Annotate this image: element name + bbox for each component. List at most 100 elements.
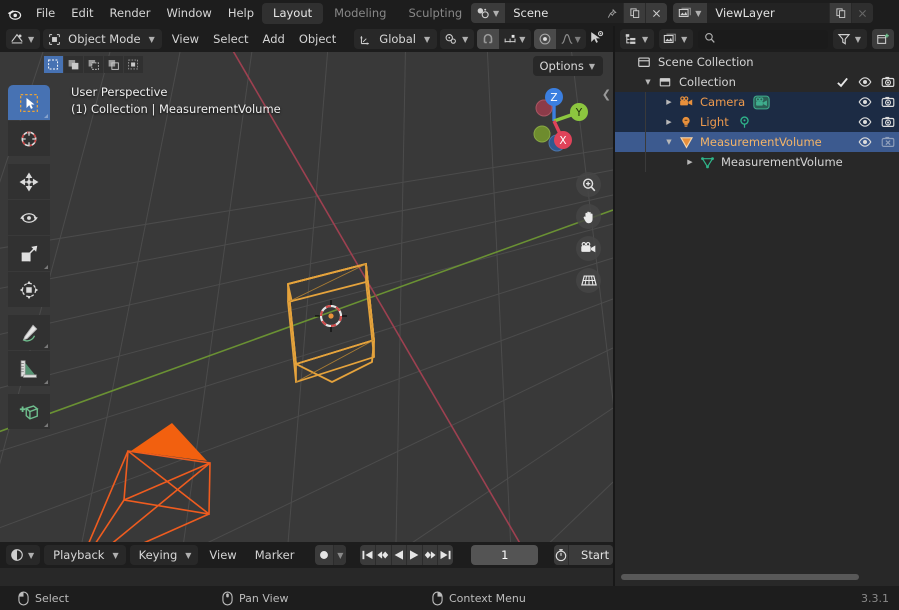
outliner-display-mode-dropdown[interactable]: ▼ xyxy=(659,29,694,49)
tool-move[interactable] xyxy=(8,164,50,199)
jump-to-next-keyframe-icon[interactable] xyxy=(423,545,439,565)
camera-object-data-icon[interactable] xyxy=(753,95,770,110)
play-icon[interactable] xyxy=(407,545,423,565)
outliner-search-field[interactable] xyxy=(698,29,828,49)
extend-select-icon[interactable] xyxy=(64,56,83,73)
proportional-falloff-dropdown[interactable]: ▼ xyxy=(556,29,586,49)
viewport-menu-select[interactable]: Select xyxy=(206,32,255,46)
snap-magnet-toggle[interactable] xyxy=(477,29,500,49)
timeline-body[interactable] xyxy=(0,568,613,609)
outliner-tree[interactable]: Scene Collection ▼ Collection ▶ Camera ▶ Light… xyxy=(615,52,899,566)
camera-render-icon[interactable] xyxy=(881,95,895,109)
workspace-tab-sculpting[interactable]: Sculpting xyxy=(397,3,467,24)
tool-scale[interactable] xyxy=(8,236,50,271)
playback-dropdown[interactable]: Playback ▼ xyxy=(44,545,126,565)
scene-new-button[interactable] xyxy=(623,3,646,23)
camera-render-disabled-icon[interactable] xyxy=(881,135,895,149)
chevron-down-icon[interactable]: ▼ xyxy=(640,78,656,86)
chevron-left-icon[interactable]: ❮ xyxy=(602,88,611,101)
camera-render-icon[interactable] xyxy=(881,115,895,129)
tool-annotate[interactable] xyxy=(8,315,50,350)
eye-icon[interactable] xyxy=(858,75,872,89)
outliner-row-camera[interactable]: ▶ Camera xyxy=(615,92,899,112)
timer-icon[interactable] xyxy=(554,545,570,565)
keying-dropdown[interactable]: Keying ▼ xyxy=(129,545,199,565)
scene-selector[interactable]: ▼ Scene xyxy=(471,3,668,23)
pan-hand-icon[interactable] xyxy=(576,204,601,229)
record-dot-icon[interactable] xyxy=(315,545,335,565)
jump-to-prev-keyframe-icon[interactable] xyxy=(376,545,392,565)
tool-transform[interactable] xyxy=(8,272,50,307)
chevron-right-icon[interactable]: ▶ xyxy=(661,98,677,106)
viewport-menu-add[interactable]: Add xyxy=(256,32,292,46)
eye-icon[interactable] xyxy=(858,95,872,109)
set-select-icon[interactable] xyxy=(44,56,63,73)
pivot-point-dropdown[interactable]: ▼ xyxy=(440,29,475,49)
outliner-row-scene-collection[interactable]: Scene Collection xyxy=(615,52,899,72)
top-menu-help[interactable]: Help xyxy=(220,3,262,23)
timeline-menu-view[interactable]: View xyxy=(202,548,243,562)
tool-tweak[interactable] xyxy=(8,85,50,120)
editor-type-3dview-icon[interactable]: ▼ xyxy=(6,29,41,49)
show-gizmo-icon[interactable] xyxy=(589,30,605,48)
workspace-tab-layout[interactable]: Layout xyxy=(262,2,324,24)
camera-render-icon[interactable] xyxy=(881,75,895,89)
chevron-right-icon[interactable]: ▶ xyxy=(682,158,698,166)
editor-type-timeline-icon[interactable]: ▼ xyxy=(6,545,41,565)
viewport-menu-view[interactable]: View xyxy=(165,32,206,46)
scene-name-field[interactable]: Scene xyxy=(505,3,624,23)
top-menu-file[interactable]: File xyxy=(28,3,63,23)
subtract-select-icon[interactable] xyxy=(84,56,103,73)
tool-measure[interactable] xyxy=(8,351,50,386)
toggle-ortho-perspective-icon[interactable] xyxy=(576,268,601,293)
chevron-right-icon[interactable]: ▶ xyxy=(661,118,677,126)
interaction-mode-dropdown[interactable]: Object Mode ▼ xyxy=(43,29,162,49)
scene-icon[interactable]: ▼ xyxy=(471,3,506,23)
intersect-select-icon[interactable] xyxy=(124,56,143,73)
invert-select-icon[interactable] xyxy=(104,56,123,73)
search-input[interactable] xyxy=(721,32,822,46)
tool-rotate[interactable] xyxy=(8,200,50,235)
viewlayer-new-button[interactable] xyxy=(829,3,852,23)
timeline-menu-marker[interactable]: Marker xyxy=(248,548,302,562)
outliner-row-measurementvolume[interactable]: ▼ MeasurementVolume xyxy=(615,132,899,152)
top-menu-window[interactable]: Window xyxy=(158,3,219,23)
snap-target-dropdown[interactable]: ▼ xyxy=(499,29,530,49)
top-menu-edit[interactable]: Edit xyxy=(63,3,101,23)
scene-unlink-button[interactable] xyxy=(645,3,668,23)
viewlayer-name-field[interactable]: ViewLayer xyxy=(707,3,830,23)
current-frame-field[interactable]: 1 xyxy=(471,545,539,565)
workspace-tab-modeling[interactable]: Modeling xyxy=(323,3,397,24)
tool-add-cube[interactable] xyxy=(8,394,50,429)
zoom-icon[interactable] xyxy=(576,172,601,197)
new-collection-icon[interactable] xyxy=(872,29,894,49)
top-menu-render[interactable]: Render xyxy=(102,3,159,23)
outliner-horizontal-scrollbar-thumb[interactable] xyxy=(621,574,859,580)
light-object-data-icon[interactable] xyxy=(737,115,752,130)
transform-orientation-dropdown[interactable]: Global ▼ xyxy=(354,29,438,49)
viewlayer-icon[interactable]: ▼ xyxy=(673,3,708,23)
checkbox-checked-icon[interactable] xyxy=(836,76,849,89)
proportional-edit-toggle[interactable] xyxy=(533,29,556,49)
chevron-down-icon[interactable]: ▼ xyxy=(661,138,677,146)
editor-type-outliner-icon[interactable]: ▼ xyxy=(620,29,655,49)
outliner-row-light[interactable]: ▶ Light xyxy=(615,112,899,132)
viewlayer-selector[interactable]: ▼ ViewLayer xyxy=(673,3,874,23)
start-frame-label[interactable]: Start xyxy=(569,545,613,565)
pin-icon[interactable] xyxy=(606,6,618,23)
blender-logo-icon[interactable] xyxy=(0,0,28,26)
viewlayer-remove-button[interactable] xyxy=(851,3,874,23)
eye-icon[interactable] xyxy=(858,115,872,129)
outliner-filter-dropdown[interactable]: ▼ xyxy=(832,29,867,49)
jump-to-end-icon[interactable] xyxy=(438,545,453,565)
auto-keying-options-dropdown[interactable]: ▼ xyxy=(334,545,347,565)
outliner-row-collection[interactable]: ▼ Collection xyxy=(615,72,899,92)
jump-to-start-icon[interactable] xyxy=(360,545,376,565)
outliner-row-measurementvolume[interactable]: ▶ MeasurementVolume xyxy=(615,152,899,172)
tool-cursor[interactable] xyxy=(8,121,50,156)
viewport-options-dropdown[interactable]: Options ▼ xyxy=(533,56,603,76)
eye-icon[interactable] xyxy=(858,135,872,149)
navigation-gizmo[interactable]: Z Y X xyxy=(517,84,591,158)
camera-view-icon[interactable] xyxy=(576,236,601,261)
play-reverse-icon[interactable] xyxy=(392,545,408,565)
